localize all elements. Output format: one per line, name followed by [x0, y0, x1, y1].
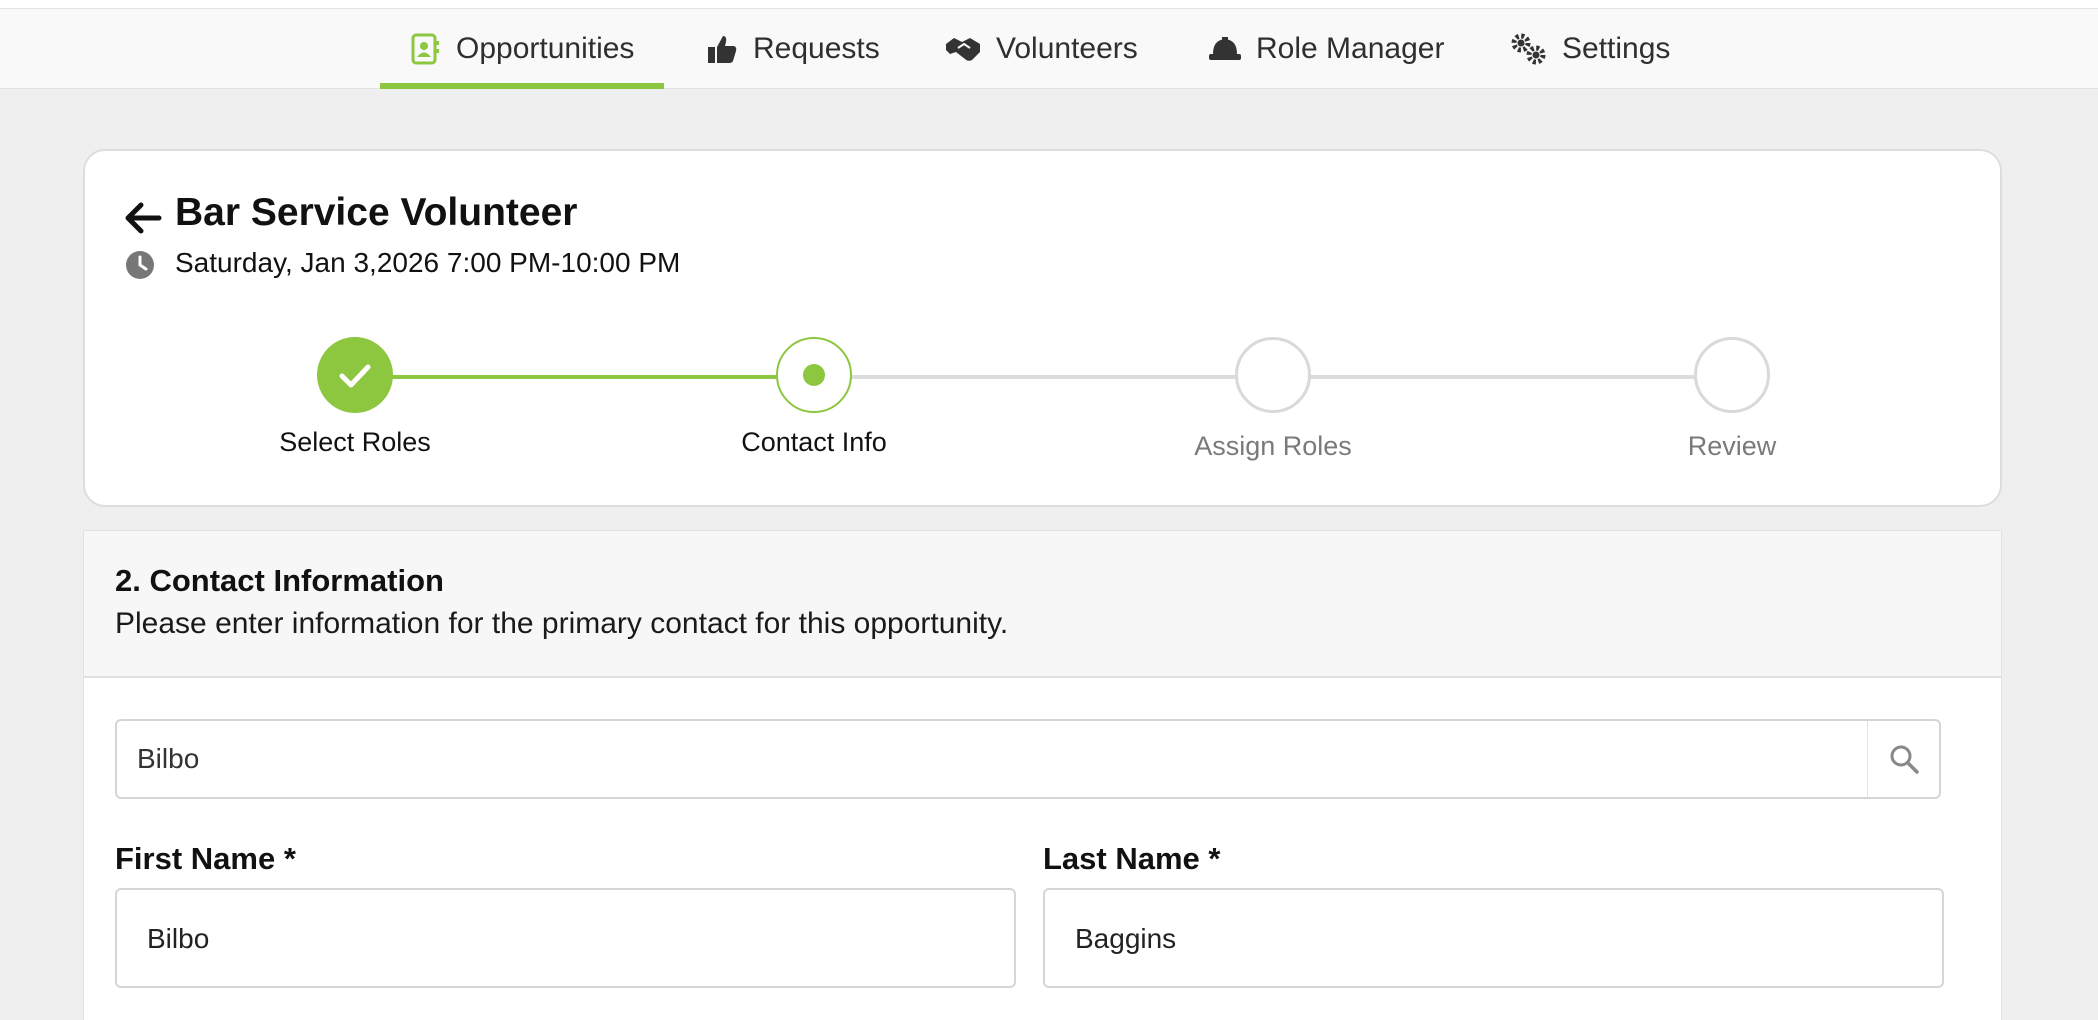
last-name-field[interactable]: Baggins — [1043, 888, 1944, 988]
step-label: Review — [1687, 431, 1777, 461]
step-label: Assign Roles — [1194, 431, 1352, 461]
contact-book-icon — [408, 32, 442, 66]
nav-tab-label: Settings — [1562, 32, 1671, 65]
nav-tab-requests[interactable]: Requests — [705, 9, 880, 89]
first-name-value: Bilbo — [147, 923, 210, 954]
top-edge — [0, 0, 2098, 9]
nav-tab-label: Volunteers — [996, 32, 1138, 65]
back-arrow-icon[interactable] — [123, 197, 165, 239]
opportunity-title: Bar Service Volunteer — [175, 191, 578, 234]
hard-hat-icon — [1208, 32, 1242, 66]
nav-tab-label: Requests — [753, 32, 880, 65]
last-name-value: Baggins — [1075, 923, 1177, 954]
last-name-label: Last Name * — [1043, 841, 1221, 876]
search-value: Bilbo — [137, 743, 200, 774]
nav-tab-opportunities[interactable]: Opportunities — [380, 9, 665, 89]
opportunity-datetime: Saturday, Jan 3,2026 7:00 PM-10:00 PM — [175, 247, 681, 278]
panel-title: 2. Contact Information — [115, 563, 444, 598]
nav-tab-volunteers[interactable]: Volunteers — [944, 9, 1138, 89]
contact-info-panel: 2. Contact Information Please enter info… — [83, 530, 2002, 1020]
search-button[interactable] — [1867, 721, 1939, 797]
panel-subtitle: Please enter information for the primary… — [115, 607, 1009, 640]
first-name-field[interactable]: Bilbo — [115, 888, 1016, 988]
progress-stepper: Select Roles Contact Info Assign Roles R… — [85, 337, 2004, 477]
step-label: Select Roles — [279, 427, 431, 457]
step-select-roles[interactable] — [317, 337, 393, 413]
stepper-connector-complete — [355, 375, 815, 379]
nav-tab-settings[interactable]: Settings — [1510, 9, 1670, 89]
gears-icon — [1510, 32, 1548, 66]
search-icon — [1890, 745, 1919, 774]
nav-tab-label: Opportunities — [456, 32, 635, 65]
step-contact-info[interactable] — [776, 337, 852, 413]
nav-tab-role-manager[interactable]: Role Manager — [1208, 9, 1444, 89]
step-review[interactable] — [1694, 337, 1770, 413]
opportunity-header-card: Bar Service Volunteer Saturday, Jan 3,20… — [83, 149, 2002, 507]
panel-header: 2. Contact Information Please enter info… — [84, 531, 2001, 678]
contact-search-input[interactable]: Bilbo — [115, 719, 1941, 799]
main-nav: Opportunities Requests Volunteers Role M… — [0, 9, 2098, 89]
clock-icon — [125, 250, 155, 280]
current-step-dot-icon — [803, 364, 825, 386]
step-assign-roles[interactable] — [1235, 337, 1311, 413]
thumbs-up-icon — [705, 32, 739, 66]
handshake-icon — [944, 32, 982, 66]
checkmark-icon — [339, 364, 371, 388]
step-label: Contact Info — [741, 427, 887, 457]
nav-tab-label: Role Manager — [1256, 32, 1445, 65]
first-name-label: First Name * — [115, 841, 296, 876]
